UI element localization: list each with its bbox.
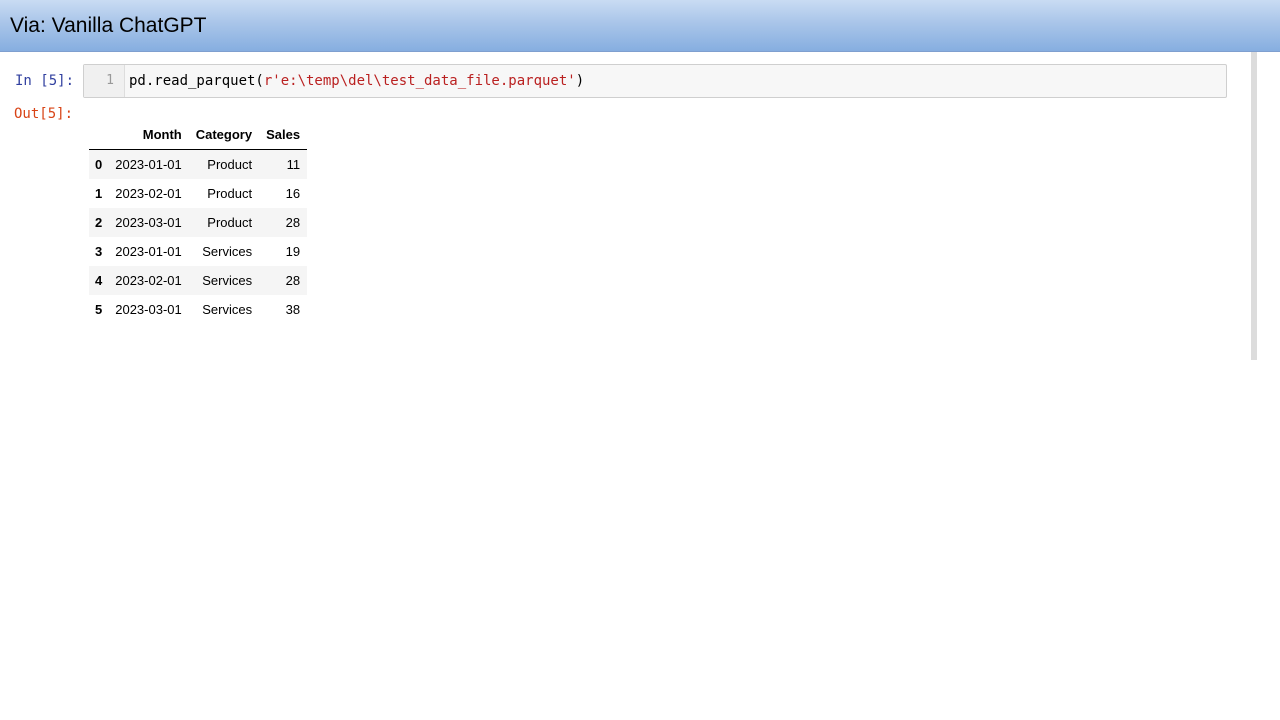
- table-row: 4 2023-02-01 Services 28: [89, 266, 308, 295]
- output-prompt: Out[5]:: [14, 106, 74, 122]
- cell-sales: 16: [285, 186, 301, 201]
- vertical-scrollbar[interactable]: [1251, 52, 1257, 360]
- cell-month: 2023-02-01: [115, 273, 182, 288]
- column-header-month: Month: [108, 120, 189, 150]
- line-number: 1: [106, 73, 114, 88]
- column-header-sales: Sales: [259, 120, 308, 150]
- cell-sales: 38: [285, 302, 301, 317]
- cell-category: Product: [207, 215, 253, 230]
- row-index: 2: [95, 215, 103, 230]
- row-index: 3: [95, 244, 103, 259]
- cell-month: 2023-03-01: [115, 302, 182, 317]
- cell-month: 2023-02-01: [115, 186, 182, 201]
- table-row: 0 2023-01-01 Product 11: [89, 149, 308, 179]
- code-cell[interactable]: 1 pd.read_parquet(r'e:\temp\del\test_dat…: [83, 64, 1227, 98]
- row-index: 0: [95, 157, 103, 172]
- cell-month: 2023-03-01: [115, 215, 182, 230]
- table-header-row: Month Category Sales: [89, 120, 308, 150]
- index-header: [89, 120, 109, 150]
- table-row: 3 2023-01-01 Services 19: [89, 237, 308, 266]
- row-index: 5: [95, 302, 103, 317]
- cell-sales: 19: [285, 244, 301, 259]
- code-closing-paren: ): [575, 73, 585, 89]
- cell-sales: 28: [285, 215, 301, 230]
- table-row: 1 2023-02-01 Product 16: [89, 179, 308, 208]
- cell-category: Product: [207, 157, 253, 172]
- cell-month: 2023-01-01: [115, 244, 182, 259]
- cell-category: Product: [207, 186, 253, 201]
- input-prompt: In [5]:: [15, 73, 75, 89]
- dataframe-output: Month Category Sales 0 2023-01-01 Produc…: [89, 120, 308, 324]
- code-string-literal: r'e:\temp\del\test_data_file.parquet': [263, 73, 576, 89]
- table-row: 5 2023-03-01 Services 38: [89, 295, 308, 324]
- row-index: 1: [95, 186, 103, 201]
- cell-month: 2023-01-01: [115, 157, 182, 172]
- table-row: 2 2023-03-01 Product 28: [89, 208, 308, 237]
- code-line[interactable]: pd.read_parquet(r'e:\temp\del\test_data_…: [129, 72, 584, 90]
- slide-title: Via: Vanilla ChatGPT: [10, 14, 207, 37]
- cell-sales: 11: [286, 157, 301, 172]
- row-index: 4: [95, 273, 103, 288]
- cell-sales: 28: [285, 273, 301, 288]
- title-bar: Via: Vanilla ChatGPT: [0, 0, 1280, 52]
- cell-category: Services: [202, 273, 253, 288]
- cell-category: Services: [202, 302, 253, 317]
- code-function-call: pd.read_parquet(: [129, 73, 264, 89]
- column-header-category: Category: [188, 120, 260, 150]
- line-number-gutter: 1: [84, 65, 125, 97]
- cell-category: Services: [202, 244, 253, 259]
